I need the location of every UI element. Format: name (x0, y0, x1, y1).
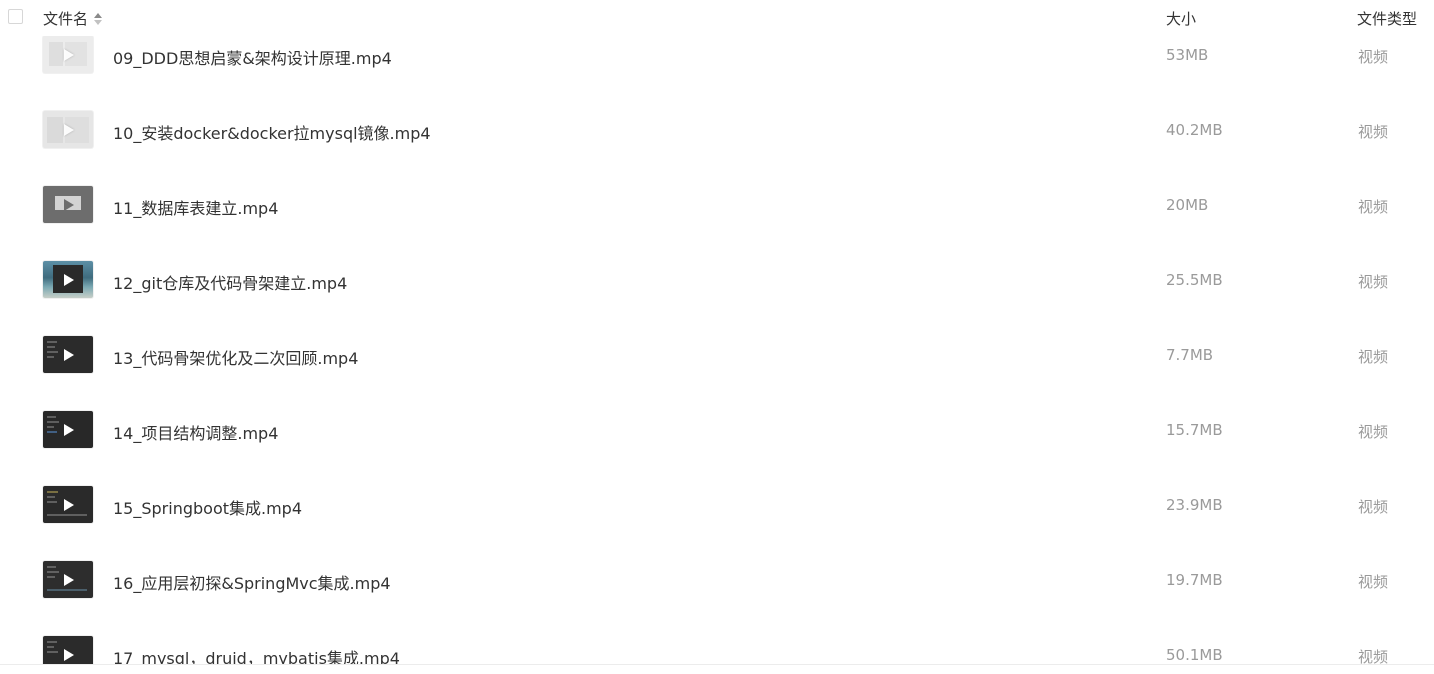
file-size: 7.7MB (1166, 346, 1214, 364)
file-row[interactable]: 13_代码骨架优化及二次回顾.mp4 7.7MB 视频 (0, 317, 1434, 392)
filename-column-header[interactable]: 文件名 (43, 8, 103, 29)
file-name[interactable]: 09_DDD思想启蒙&架构设计原理.mp4 (113, 45, 392, 69)
sort-icon[interactable] (94, 12, 103, 26)
file-row[interactable]: 14_项目结构调整.mp4 15.7MB 视频 (0, 392, 1434, 467)
size-column-header[interactable]: 大小 (1166, 8, 1196, 29)
file-row[interactable]: 16_应用层初探&SpringMvc集成.mp4 19.7MB 视频 (0, 542, 1434, 617)
file-size: 25.5MB (1166, 271, 1223, 289)
file-name[interactable]: 12_git仓库及代码骨架建立.mp4 (113, 270, 347, 294)
file-name[interactable]: 14_项目结构调整.mp4 (113, 420, 278, 444)
file-name[interactable]: 16_应用层初探&SpringMvc集成.mp4 (113, 570, 391, 594)
file-list: 09_DDD思想启蒙&架构设计原理.mp4 53MB 视频 10_安装docke… (0, 0, 1434, 664)
file-type: 视频 (1358, 273, 1389, 291)
file-name[interactable]: 10_安装docker&docker拉mysql镜像.mp4 (113, 120, 431, 144)
file-type: 视频 (1358, 648, 1389, 664)
video-thumbnail[interactable] (43, 111, 93, 148)
file-list-view: 09_DDD思想启蒙&架构设计原理.mp4 53MB 视频 10_安装docke… (0, 0, 1434, 674)
video-thumbnail[interactable] (43, 411, 93, 448)
file-size: 23.9MB (1166, 496, 1223, 514)
file-size: 15.7MB (1166, 421, 1223, 439)
play-icon (64, 48, 74, 61)
video-thumbnail[interactable] (43, 486, 93, 523)
file-size: 20MB (1166, 196, 1209, 214)
video-thumbnail[interactable] (43, 186, 93, 223)
file-row[interactable]: 11_数据库表建立.mp4 20MB 视频 (0, 167, 1434, 242)
file-type: 视频 (1358, 498, 1389, 516)
filename-header-label: 文件名 (43, 10, 89, 28)
video-thumbnail[interactable] (43, 36, 93, 73)
file-name[interactable]: 15_Springboot集成.mp4 (113, 495, 302, 519)
file-type: 视频 (1358, 573, 1389, 591)
video-thumbnail[interactable] (43, 636, 93, 664)
type-column-header[interactable]: 文件类型 (1357, 8, 1417, 29)
video-thumbnail[interactable] (43, 561, 93, 598)
file-type: 视频 (1358, 48, 1389, 66)
video-thumbnail[interactable] (43, 336, 93, 373)
file-size: 50.1MB (1166, 646, 1223, 664)
list-header: 文件名 大小 文件类型 (0, 0, 1434, 36)
play-icon (64, 348, 74, 361)
play-icon (64, 423, 74, 436)
file-row[interactable]: 12_git仓库及代码骨架建立.mp4 25.5MB 视频 (0, 242, 1434, 317)
file-type: 视频 (1358, 198, 1389, 216)
file-name[interactable]: 17_mysql，druid，mybatis集成.mp4 (113, 645, 400, 664)
file-type: 视频 (1358, 348, 1389, 366)
file-type: 视频 (1358, 123, 1389, 141)
play-icon (64, 648, 74, 661)
file-size: 53MB (1166, 46, 1209, 64)
video-thumbnail[interactable] (43, 261, 93, 298)
play-icon (64, 123, 74, 136)
file-size: 40.2MB (1166, 121, 1223, 139)
file-name[interactable]: 13_代码骨架优化及二次回顾.mp4 (113, 345, 358, 369)
file-row[interactable]: 17_mysql，druid，mybatis集成.mp4 50.1MB 视频 (0, 617, 1434, 664)
file-row[interactable]: 10_安装docker&docker拉mysql镜像.mp4 40.2MB 视频 (0, 92, 1434, 167)
play-icon (64, 198, 74, 211)
select-all-checkbox[interactable] (8, 9, 23, 24)
file-row[interactable]: 15_Springboot集成.mp4 23.9MB 视频 (0, 467, 1434, 542)
file-type: 视频 (1358, 423, 1389, 441)
file-name[interactable]: 11_数据库表建立.mp4 (113, 195, 278, 219)
play-icon (64, 573, 74, 586)
play-icon (64, 498, 74, 511)
list-bottom-divider (0, 664, 1434, 665)
file-size: 19.7MB (1166, 571, 1223, 589)
play-icon (64, 273, 74, 286)
